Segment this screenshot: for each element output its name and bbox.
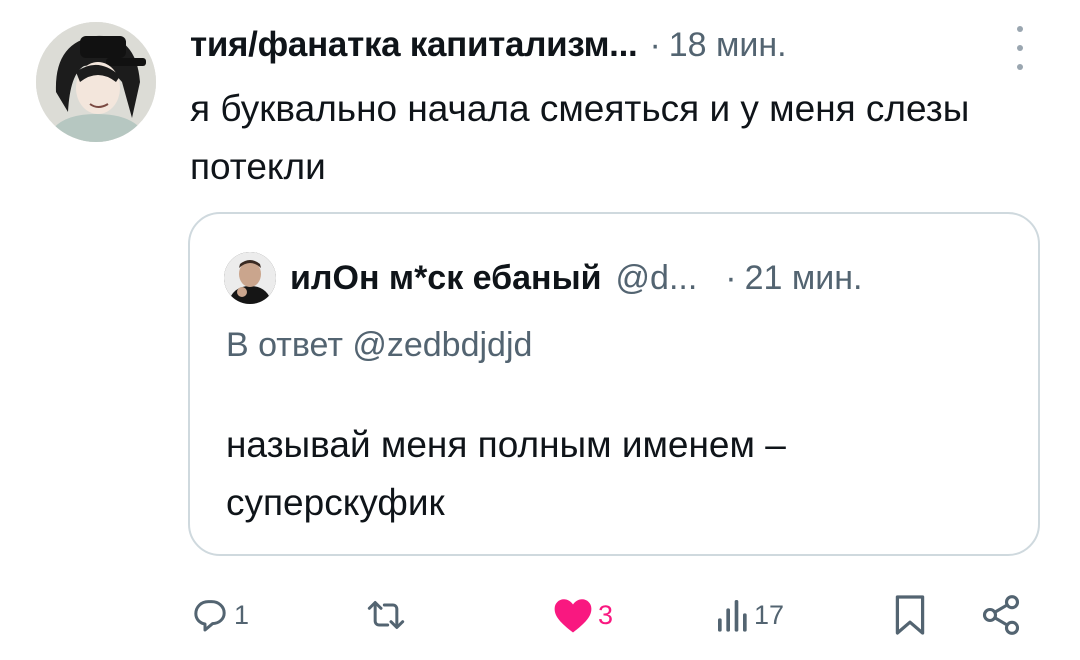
share-icon xyxy=(978,593,1024,637)
author-name[interactable]: тия/фанатка капитализм... xyxy=(190,25,638,65)
tweet-header: тия/фанатка капитализм... · 18 мин. xyxy=(190,22,787,68)
quoted-time-separator: · xyxy=(725,258,737,297)
heart-icon xyxy=(552,595,594,635)
retweet-icon xyxy=(364,595,408,635)
reply-button[interactable]: 1 xyxy=(190,585,249,645)
like-button[interactable]: 3 xyxy=(552,585,613,645)
tweet-text: я буквально начала смеяться и у меня сле… xyxy=(190,88,970,187)
quoted-tweet-time[interactable]: 21 мин. xyxy=(745,259,863,298)
views-button[interactable]: 17 xyxy=(716,585,784,645)
views-icon xyxy=(716,595,750,635)
time-separator: · xyxy=(649,25,661,64)
quoted-tweet-text: называй меня полным именем – суперскуфик xyxy=(226,424,786,523)
author-avatar[interactable] xyxy=(36,22,156,142)
quoted-author-name[interactable]: илОн м*ск ебаный xyxy=(290,259,602,298)
quoted-tweet-header: илОн м*ск ебаный @d... · 21 мин. xyxy=(290,254,862,302)
more-vertical-icon[interactable] xyxy=(1008,26,1032,70)
reply-to-label: В ответ @zedbdjdjd xyxy=(226,326,533,364)
bookmark-button[interactable] xyxy=(892,585,928,645)
share-button[interactable] xyxy=(978,585,1024,645)
quoted-author-avatar xyxy=(224,252,276,304)
quoted-author-handle[interactable]: @d... xyxy=(616,259,698,298)
reply-icon xyxy=(190,595,230,635)
reply-count: 1 xyxy=(234,599,250,630)
tweet-actions-bar: 1 3 17 xyxy=(0,585,1080,645)
like-count: 3 xyxy=(598,599,614,630)
views-count: 17 xyxy=(754,599,785,630)
tweet-time[interactable]: 18 мин. xyxy=(669,26,787,65)
quoted-tweet-card[interactable]: илОн м*ск ебаный @d... · 21 мин. В ответ… xyxy=(188,212,1040,556)
retweet-button[interactable] xyxy=(364,585,412,645)
bookmark-icon xyxy=(892,593,928,637)
